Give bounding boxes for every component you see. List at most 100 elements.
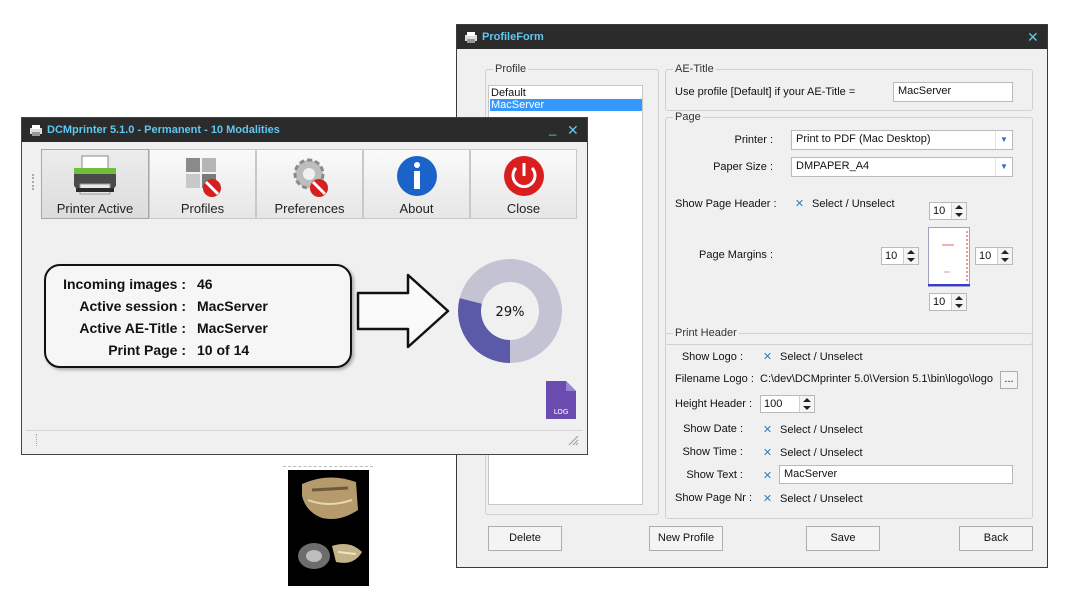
printer-select-value: Print to PDF (Mac Desktop)	[796, 133, 931, 145]
printer-label: Printer :	[734, 134, 773, 146]
spinner-arrows-icon[interactable]	[799, 396, 814, 412]
progress-donut: 29%	[458, 259, 562, 363]
show-time-checkbox[interactable]: ✕	[762, 448, 773, 459]
profiles-disabled-icon	[185, 158, 221, 197]
print-page-label: Print Page :	[108, 342, 186, 358]
log-label: LOG	[554, 408, 569, 416]
show-page-header-label: Show Page Header :	[675, 198, 777, 210]
save-button[interactable]: Save	[806, 526, 880, 551]
show-logo-label: Show Logo :	[681, 351, 743, 363]
profile-form-titlebar[interactable]: ProfileForm ✕	[457, 25, 1047, 49]
spinner-arrows-icon[interactable]	[903, 248, 918, 264]
list-item-selected[interactable]: MacServer	[490, 99, 642, 111]
close-button[interactable]: Close	[470, 149, 577, 219]
active-ae-title-label: Active AE-Title :	[79, 320, 186, 336]
close-icon[interactable]: ✕	[1027, 29, 1039, 46]
active-session-label: Active session :	[79, 298, 186, 314]
chevron-down-icon[interactable]: ▼	[995, 131, 1012, 149]
new-profile-button[interactable]: New Profile	[649, 526, 723, 551]
show-text-label: Show Text :	[686, 469, 743, 481]
margin-right-value: 10	[979, 250, 992, 262]
dcmprinter-window: DCMprinter 5.1.0 - Permanent - 10 Modali…	[21, 117, 588, 455]
show-date-label: Show Date :	[683, 423, 743, 435]
show-time-check-label: Select / Unselect	[780, 447, 863, 459]
minimize-icon[interactable]: _	[549, 121, 556, 136]
show-date-checkbox[interactable]: ✕	[762, 425, 773, 436]
margin-top-value: 10	[933, 205, 946, 217]
height-header-spinner[interactable]: 100	[760, 395, 815, 413]
spinner-arrows-icon[interactable]	[951, 294, 966, 310]
close-icon[interactable]: ✕	[567, 122, 579, 139]
show-page-nr-check-label: Select / Unselect	[780, 493, 863, 505]
back-button[interactable]: Back	[959, 526, 1033, 551]
height-header-value: 100	[764, 398, 783, 410]
list-item[interactable]: Default	[490, 87, 642, 99]
page-group	[665, 117, 1033, 345]
spinner-arrows-icon[interactable]	[951, 203, 966, 219]
about-label: About	[399, 201, 434, 216]
page-margins-label: Page Margins :	[699, 249, 773, 261]
printer-active-button[interactable]: Printer Active	[41, 149, 149, 219]
height-header-label: Height Header :	[675, 398, 753, 410]
filename-logo-label: Filename Logo :	[675, 373, 754, 385]
medical-image-thumbnail	[288, 470, 369, 586]
show-text-checkbox[interactable]: ✕	[762, 471, 773, 482]
window-title: DCMprinter 5.1.0 - Permanent - 10 Modali…	[47, 124, 280, 136]
ae-title-label: Use profile [Default] if your AE-Title =	[675, 86, 856, 98]
show-date-check-label: Select / Unselect	[780, 424, 863, 436]
paper-size-label: Paper Size :	[713, 161, 773, 173]
show-page-header-check-label: Select / Unselect	[812, 198, 895, 210]
active-ae-title-value: MacServer	[197, 320, 268, 336]
info-icon	[396, 156, 437, 196]
print-header-legend: Print Header	[673, 327, 739, 339]
paper-size-select-value: DMPAPER_A4	[796, 160, 870, 172]
power-icon	[503, 156, 544, 196]
show-page-nr-checkbox[interactable]: ✕	[762, 494, 773, 505]
show-logo-check-label: Select / Unselect	[780, 351, 863, 363]
margin-right-spinner[interactable]: 10	[975, 247, 1013, 265]
show-logo-checkbox[interactable]: ✕	[762, 352, 773, 363]
paper-size-select[interactable]: DMPAPER_A4 ▼	[791, 157, 1013, 177]
close-label: Close	[506, 201, 541, 216]
active-session-value: MacServer	[197, 298, 268, 314]
profile-group-legend: Profile	[493, 63, 529, 75]
preferences-disabled-icon	[293, 158, 328, 197]
profiles-label: Profiles	[180, 201, 225, 216]
log-icon[interactable]: LOG	[546, 381, 576, 419]
status-bar	[26, 430, 583, 451]
profiles-button[interactable]: Profiles	[149, 149, 256, 219]
spinner-arrows-icon[interactable]	[997, 248, 1012, 264]
margin-left-spinner[interactable]: 10	[881, 247, 919, 265]
margin-bottom-value: 10	[933, 296, 946, 308]
app-icon	[465, 32, 477, 43]
show-text-input[interactable]: MacServer	[779, 465, 1013, 484]
toolbar-grip[interactable]	[32, 174, 36, 190]
incoming-images-label: Incoming images :	[63, 276, 186, 292]
print-page-value: 10 of 14	[197, 342, 250, 358]
page-legend: Page	[673, 111, 703, 123]
printer-active-label: Printer Active	[56, 201, 134, 216]
printer-icon	[74, 155, 116, 195]
margin-left-value: 10	[885, 250, 898, 262]
progress-label: 29%	[496, 305, 525, 320]
delete-button[interactable]: Delete	[488, 526, 562, 551]
show-time-label: Show Time :	[682, 446, 743, 458]
show-page-nr-label: Show Page Nr :	[675, 492, 753, 504]
margin-top-spinner[interactable]: 10	[929, 202, 967, 220]
about-button[interactable]: About	[363, 149, 470, 219]
resize-grip-icon[interactable]	[567, 434, 579, 446]
dcmprinter-titlebar[interactable]: DCMprinter 5.1.0 - Permanent - 10 Modali…	[22, 118, 587, 142]
margin-bottom-spinner[interactable]: 10	[929, 293, 967, 311]
preferences-button[interactable]: Preferences	[256, 149, 363, 219]
printer-select[interactable]: Print to PDF (Mac Desktop) ▼	[791, 130, 1013, 150]
preferences-label: Preferences	[274, 201, 345, 216]
ae-title-input[interactable]: MacServer	[893, 82, 1013, 102]
show-page-header-checkbox[interactable]: ✕	[794, 199, 805, 210]
incoming-images-value: 46	[197, 276, 213, 292]
arrow-right-icon	[356, 273, 450, 349]
filename-logo-value: C:\dev\DCMprinter 5.0\Version 5.1\bin\lo…	[760, 373, 993, 385]
chevron-down-icon[interactable]: ▼	[995, 158, 1012, 176]
status-separator	[36, 434, 38, 446]
browse-logo-button[interactable]: ...	[1000, 371, 1018, 389]
ae-title-legend: AE-Title	[673, 63, 716, 75]
